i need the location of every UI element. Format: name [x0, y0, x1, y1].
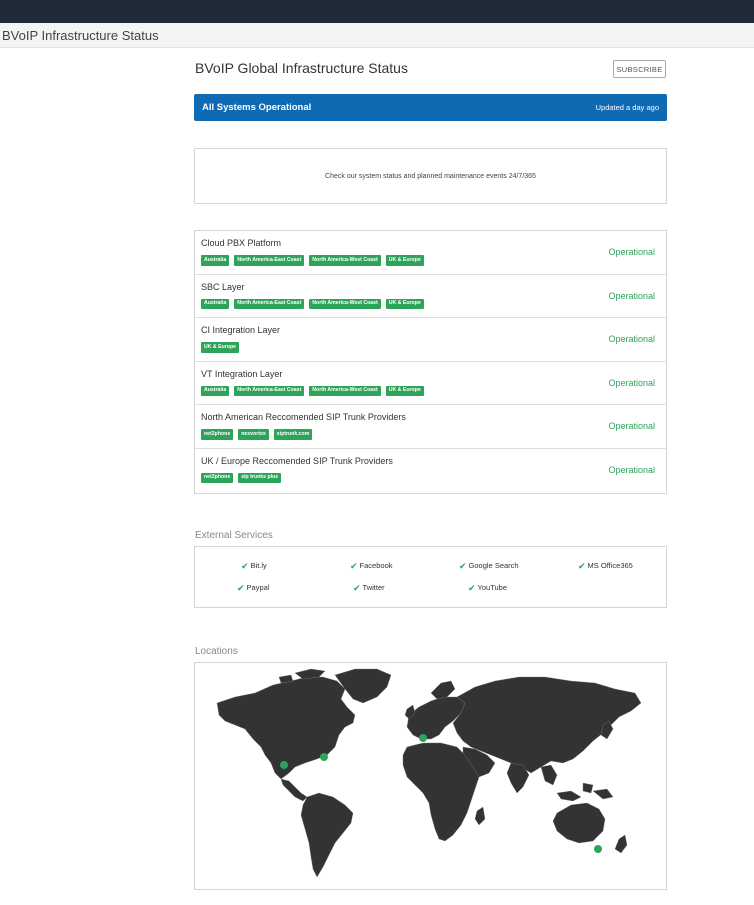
service-name: YouTube — [477, 583, 508, 592]
region-tag: Australia — [201, 298, 230, 310]
region-tag: Australia — [201, 255, 230, 266]
external-services-heading: External Services — [195, 530, 273, 541]
component-status: Operational — [608, 334, 655, 345]
check-icon: ✔ — [241, 560, 249, 571]
check-icon: ✔ — [459, 560, 467, 571]
madagascar-landmass — [474, 806, 486, 826]
check-icon: ✔ — [468, 582, 476, 593]
external-service-item: ✔ Paypal — [237, 583, 269, 592]
southeast-asia-landmass — [540, 764, 594, 802]
component-name: CI Integration Layer — [201, 325, 281, 336]
australia-landmass — [552, 802, 606, 844]
location-marker-east-coast — [320, 753, 328, 761]
external-service-item: ✔ Twitter — [353, 583, 385, 592]
region-tag: North America-West Coast — [309, 385, 381, 397]
status-banner: All Systems Operational Updated a day ag… — [194, 94, 667, 121]
component-status: Operational — [608, 290, 655, 301]
component-row: VT Integration Layer Australia North Ame… — [195, 362, 666, 406]
subscribe-button[interactable]: SUBSCRIBE — [613, 60, 666, 78]
provider-tag: siptrunk.com — [273, 429, 313, 440]
component-row: Cloud PBX Platform Australia North Ameri… — [195, 231, 666, 275]
announcement-text: Check our system status and planned main… — [325, 172, 536, 180]
updated-timestamp: Updated a day ago — [595, 103, 659, 112]
component-row: SBC Layer Australia North America-East C… — [195, 275, 666, 319]
component-status: Operational — [608, 377, 655, 388]
provider-tag: net2phone — [201, 429, 234, 440]
service-name: Paypal — [246, 583, 270, 592]
locations-heading: Locations — [195, 646, 238, 657]
component-name: UK / Europe Reccomended SIP Trunk Provid… — [201, 455, 393, 466]
check-icon: ✔ — [350, 560, 358, 571]
check-icon: ✔ — [578, 560, 586, 571]
region-tag: North America-East Coast — [234, 385, 305, 397]
check-icon: ✔ — [237, 582, 245, 593]
location-marker-australia — [594, 845, 602, 853]
greenland-landmass — [334, 668, 392, 704]
external-service-item: ✔ Bit.ly — [241, 561, 267, 570]
south-america-landmass — [300, 792, 354, 878]
component-tags: net2phone nexvortex siptrunk.com — [201, 429, 313, 440]
check-icon: ✔ — [353, 582, 361, 593]
external-service-item: ✔ YouTube — [468, 583, 507, 592]
service-name: MS Office365 — [587, 561, 633, 570]
overall-status: All Systems Operational — [202, 102, 312, 113]
external-service-item: ✔ Facebook — [350, 561, 392, 570]
app-header: BVoIP Infrastructure Status — [0, 23, 754, 48]
locations-map — [194, 662, 667, 890]
region-tag: North America-West Coast — [309, 298, 381, 310]
europe-landmass — [406, 696, 466, 740]
region-tag: Australia — [201, 385, 230, 397]
provider-tag: nexvortex — [238, 429, 269, 440]
component-name: SBC Layer — [201, 281, 245, 292]
service-name: Facebook — [359, 561, 393, 570]
app-title[interactable]: BVoIP Infrastructure Status — [2, 28, 159, 43]
component-status: Operational — [608, 464, 655, 475]
component-row: North American Reccomended SIP Trunk Pro… — [195, 405, 666, 449]
region-tag: North America-East Coast — [234, 255, 305, 266]
external-service-item: ✔ MS Office365 — [578, 561, 633, 570]
region-tag: UK & Europe — [385, 298, 424, 310]
announcement-box: Check our system status and planned main… — [194, 148, 667, 204]
region-tag: North America-East Coast — [234, 298, 305, 310]
component-name: VT Integration Layer — [201, 368, 283, 379]
component-status: Operational — [608, 247, 655, 257]
service-name: Bit.ly — [250, 561, 267, 570]
component-status: Operational — [608, 421, 655, 432]
location-marker-uk-europe — [419, 734, 427, 742]
new-zealand-landmass — [614, 834, 628, 854]
component-row: UK / Europe Reccomended SIP Trunk Provid… — [195, 449, 666, 493]
region-tag: UK & Europe — [385, 255, 424, 266]
component-tags: Australia North America-East Coast North… — [201, 385, 424, 397]
component-tags: net2phone sip trunks plus — [201, 472, 282, 484]
page-title: BVoIP Global Infrastructure Status — [195, 60, 408, 76]
component-name: North American Reccomended SIP Trunk Pro… — [201, 412, 406, 423]
provider-tag: sip trunks plus — [238, 472, 282, 484]
component-name: Cloud PBX Platform — [201, 238, 282, 248]
region-tag: UK & Europe — [385, 385, 424, 397]
component-tags: UK & Europe — [201, 342, 239, 353]
provider-tag: net2phone — [201, 472, 234, 484]
component-tags: Australia North America-East Coast North… — [201, 298, 424, 310]
service-name: Twitter — [362, 583, 385, 592]
external-service-item: ✔ Google Search — [459, 561, 519, 570]
region-tag: UK & Europe — [201, 342, 239, 353]
service-name: Google Search — [468, 561, 519, 570]
scandinavia-landmass — [430, 680, 456, 700]
component-row: CI Integration Layer UK & Europe Operati… — [195, 318, 666, 362]
central-america-landmass — [280, 778, 308, 802]
region-tag: North America-West Coast — [309, 255, 381, 266]
external-services-box: ✔ Bit.ly ✔ Facebook ✔ Google Search ✔ MS… — [194, 546, 667, 608]
world-map — [216, 668, 642, 878]
location-marker-west-coast — [280, 761, 288, 769]
papua-landmass — [592, 788, 614, 800]
components-list: Cloud PBX Platform Australia North Ameri… — [194, 230, 667, 494]
component-tags: Australia North America-East Coast North… — [201, 255, 424, 266]
top-navbar — [0, 0, 754, 23]
